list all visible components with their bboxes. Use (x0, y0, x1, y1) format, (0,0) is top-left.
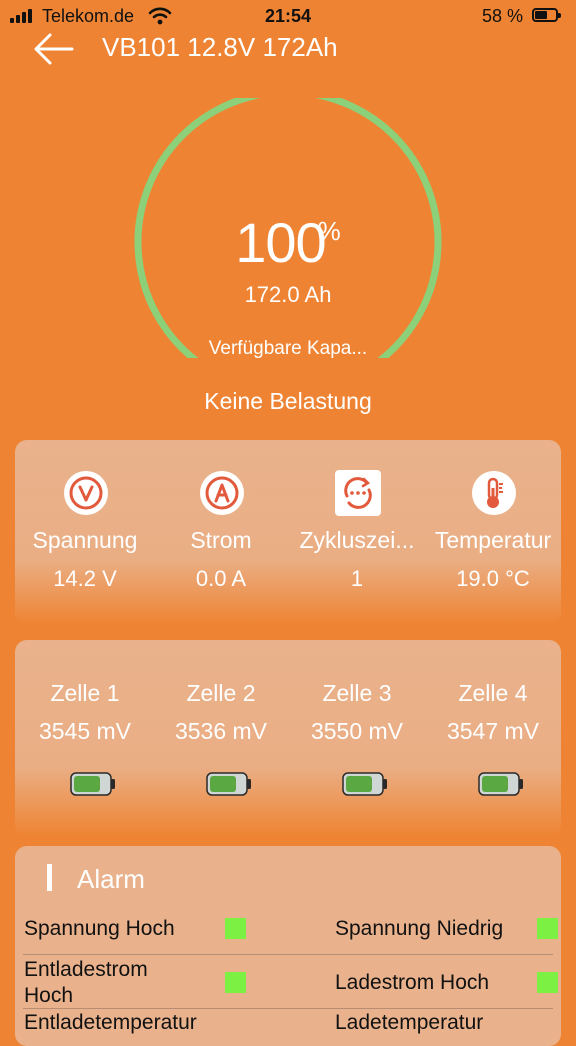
thermometer-icon (472, 471, 516, 515)
alarm-indicator (225, 918, 246, 939)
metric-value: 1 (350, 566, 364, 591)
alarm-indicator (537, 972, 558, 993)
alarm-label: Ladestrom Hoch (335, 971, 490, 994)
metric-label: Temperatur (434, 527, 552, 553)
arrow-left-icon (34, 33, 74, 65)
cycle-icon (335, 470, 381, 516)
battery-icon (532, 8, 561, 22)
cell-voltage: 3536 mV (174, 718, 268, 744)
alarm-label: Ladetemperatur (335, 1011, 484, 1034)
metric-value: 0.0 A (195, 566, 247, 591)
gauge-caption: Verfügbare Kapa... (208, 338, 368, 359)
cell-label: Zelle 4 (458, 680, 528, 706)
divider (23, 1008, 553, 1009)
alarm-label: Entladestrom Hoch (24, 958, 148, 1007)
metric-label: Spannung (32, 527, 138, 553)
voltage-icon (64, 471, 108, 515)
alarm-label: Entladetemperatur (24, 1011, 197, 1034)
section-marker (47, 864, 52, 891)
divider (23, 954, 553, 955)
percent-unit: % (317, 216, 341, 246)
cell-voltage: 3550 mV (310, 718, 404, 744)
capacity-ah: 172.0 Ah (244, 282, 332, 307)
cells-card: Zelle 1 3545 mV Zelle 2 3536 mV Zelle 3 … (15, 640, 561, 836)
cell-battery-icon (478, 772, 523, 796)
battery-percent: 58 % (482, 6, 524, 26)
percent-value: 100 (235, 211, 326, 274)
cell-label: Zelle 2 (186, 680, 256, 706)
load-status: Keine Belastung (204, 388, 372, 414)
metric-value: 14.2 V (53, 566, 117, 591)
cell-battery-icon (206, 772, 251, 796)
alarm-label: Spannung Hoch (24, 917, 175, 940)
alarm-card: Alarm Spannung Hoch Spannung Niedrig Ent… (15, 846, 561, 1046)
alarm-indicator (225, 972, 246, 993)
cell-battery-icon (70, 772, 115, 796)
current-icon (200, 471, 244, 515)
status-bar: Telekom.de 21:54 58 % (0, 0, 576, 34)
metric-label: Strom (190, 527, 252, 553)
metric-label: Zykluszei... (299, 527, 415, 553)
back-button[interactable] (32, 32, 76, 66)
page-title: VB101 12.8V 172Ah (102, 32, 338, 62)
alarm-label: Spannung Niedrig (335, 917, 504, 940)
cell-voltage: 3547 mV (446, 718, 540, 744)
capacity-percent: 100% (0, 210, 576, 275)
cell-battery-icon (342, 772, 387, 796)
alarm-title: Alarm (77, 864, 145, 894)
metric-value: 19.0 °C (456, 566, 530, 591)
cell-label: Zelle 3 (322, 680, 392, 706)
cell-label: Zelle 1 (50, 680, 120, 706)
alarm-indicator (537, 918, 558, 939)
cell-voltage: 3545 mV (38, 718, 132, 744)
metrics-card: Spannung 14.2 V Strom 0.0 A Zykluszei...… (15, 440, 561, 624)
